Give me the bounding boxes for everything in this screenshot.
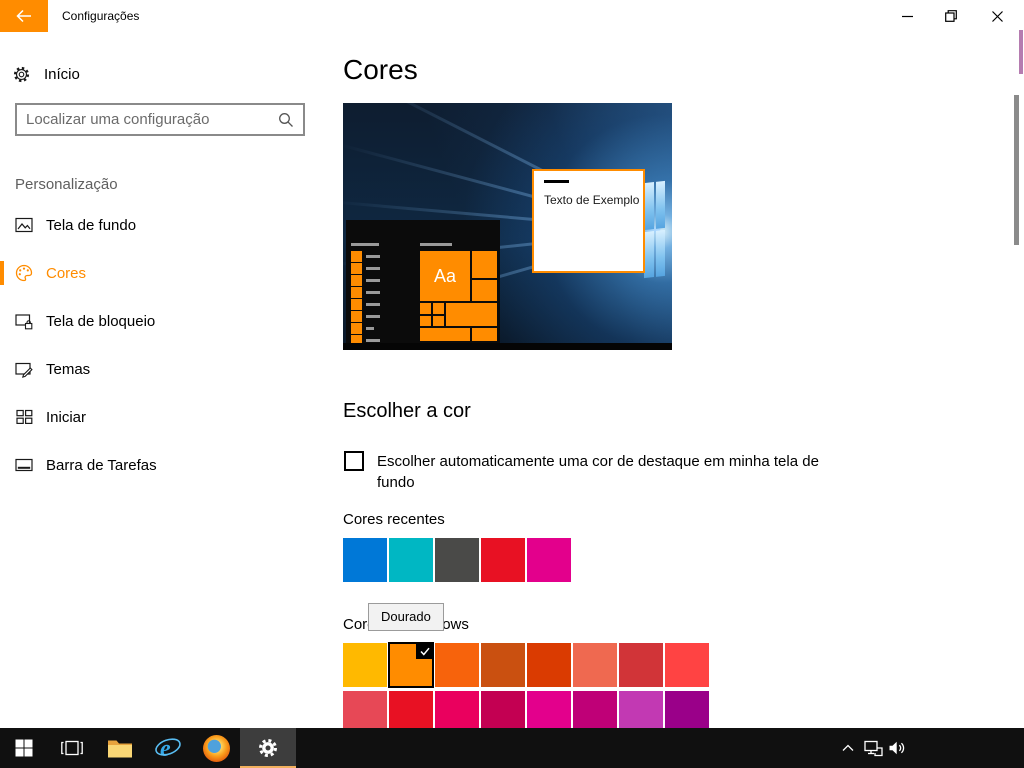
speaker-icon	[888, 740, 906, 756]
recent-colors-row	[343, 538, 571, 582]
restore-button[interactable]	[928, 0, 974, 32]
preview-tile-aa: Aa	[420, 251, 470, 301]
windows-logo-window	[644, 181, 665, 278]
screen-edge-fragment	[1019, 30, 1023, 74]
preview-menu-line	[351, 243, 379, 246]
taskbar-setting-icon	[15, 456, 33, 474]
settings-gear-icon	[258, 738, 278, 758]
gear-icon	[13, 66, 30, 83]
wallpaper-icon	[15, 216, 33, 234]
color-swatch[interactable]	[573, 643, 617, 687]
back-arrow-icon	[16, 9, 32, 23]
close-icon	[992, 11, 1003, 22]
sidebar-item-tela-de-fundo[interactable]: Tela de fundo	[0, 201, 330, 249]
close-button[interactable]	[974, 0, 1020, 32]
firefox-button[interactable]	[192, 728, 240, 768]
auto-accent-checkbox[interactable]	[344, 451, 364, 471]
firefox-icon	[203, 735, 230, 762]
start-layout-icon	[15, 408, 33, 426]
tray-chevron-button[interactable]	[836, 728, 860, 768]
color-swatch[interactable]	[665, 643, 709, 687]
windows-start-icon	[15, 739, 33, 757]
vertical-scrollbar-thumb[interactable]	[1014, 95, 1019, 245]
chevron-up-icon	[842, 744, 854, 752]
windows-colors-row-1	[343, 643, 709, 687]
sidebar-item-temas[interactable]: Temas	[0, 345, 330, 393]
file-explorer-icon	[107, 738, 133, 759]
color-swatch[interactable]	[343, 643, 387, 687]
titlebar: Configurações	[0, 0, 1024, 32]
tray-network-button[interactable]	[860, 728, 886, 768]
sample-window-titlebar-line	[544, 180, 569, 183]
themes-icon	[15, 360, 33, 378]
sidebar-item-iniciar[interactable]: Iniciar	[0, 393, 330, 441]
minimize-button[interactable]	[884, 0, 930, 32]
auto-accent-checkbox-label[interactable]: Escolher automaticamente uma cor de dest…	[377, 451, 827, 493]
taskbar: e POR PTB2 14:52	[0, 728, 1024, 768]
choose-color-heading: Escolher a cor	[343, 400, 471, 423]
window-title: Configurações	[62, 9, 139, 23]
color-swatch-selected[interactable]	[389, 643, 433, 687]
restore-icon	[945, 10, 957, 22]
color-swatch[interactable]	[481, 538, 525, 582]
task-view-button[interactable]	[48, 728, 96, 768]
sample-window-text: Texto de Exemplo	[544, 193, 639, 207]
settings-app-button[interactable]	[240, 728, 296, 768]
color-swatch[interactable]	[619, 643, 663, 687]
color-swatch[interactable]	[343, 538, 387, 582]
task-view-icon	[60, 739, 84, 757]
start-button[interactable]	[0, 728, 48, 768]
sidebar-section-header: Personalização	[15, 176, 118, 193]
color-swatch[interactable]	[527, 538, 571, 582]
sidebar-item-cores[interactable]: Cores	[0, 249, 330, 297]
page-title: Cores	[343, 54, 418, 86]
sidebar-item-tela-de-bloqueio[interactable]: Tela de bloqueio	[0, 297, 330, 345]
color-swatch[interactable]	[389, 538, 433, 582]
back-button[interactable]	[0, 0, 48, 32]
file-explorer-button[interactable]	[96, 728, 144, 768]
search-icon[interactable]	[269, 112, 303, 128]
color-swatch[interactable]	[481, 643, 525, 687]
settings-search-box[interactable]	[15, 103, 305, 136]
preview-sample-window: Texto de Exemplo	[532, 169, 645, 273]
tray-volume-button[interactable]	[884, 728, 910, 768]
color-preview-image: Aa Texto de Exemplo	[343, 103, 672, 350]
search-input[interactable]	[17, 111, 269, 128]
color-swatch[interactable]	[435, 643, 479, 687]
recent-colors-label: Cores recentes	[343, 511, 445, 528]
lock-screen-icon	[15, 312, 33, 330]
minimize-icon	[902, 11, 913, 22]
color-tooltip: Dourado	[368, 603, 444, 631]
preview-menu-line	[420, 243, 452, 246]
palette-icon	[15, 264, 33, 282]
color-swatch[interactable]	[527, 643, 571, 687]
sidebar-item-home[interactable]: Início	[13, 60, 313, 88]
internet-explorer-button[interactable]: e	[144, 728, 192, 768]
preview-taskbar	[343, 343, 672, 350]
selected-item-indicator	[0, 261, 4, 285]
sidebar-item-barra-de-tarefas[interactable]: Barra de Tarefas	[0, 441, 330, 489]
network-icon	[864, 740, 883, 757]
home-label: Início	[44, 66, 80, 83]
color-swatch[interactable]	[435, 538, 479, 582]
internet-explorer-icon: e	[154, 735, 182, 761]
selected-check-icon	[416, 643, 433, 659]
